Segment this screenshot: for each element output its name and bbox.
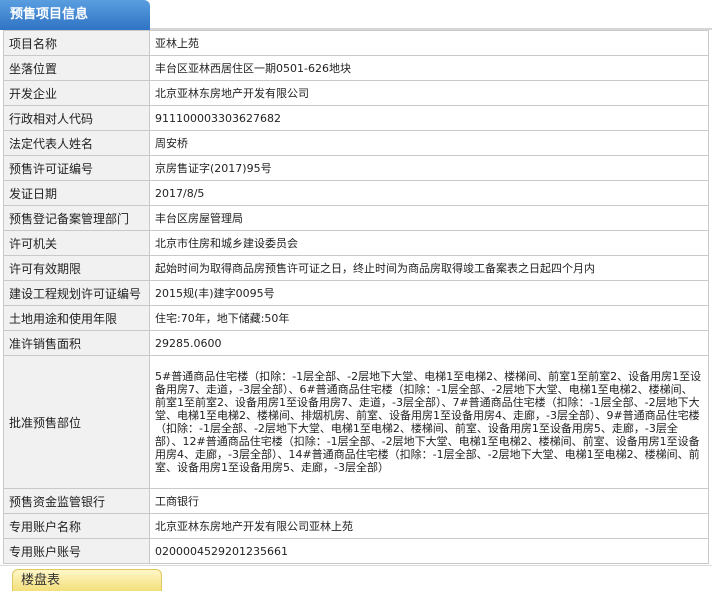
row-label: 批准预售部位 (3, 355, 150, 489)
row-label: 行政相对人代码 (3, 105, 150, 131)
table-row: 批准预售部位 5#普通商品住宅楼（扣除：-1层全部、-2层地下大堂、电梯1至电梯2… (3, 355, 709, 489)
project-info-table: 项目名称 亚林上苑 坐落位置 丰台区亚林西居住区一期0501-626地块 开发企业北… (3, 30, 709, 564)
row-label: 准许销售面积 (3, 330, 150, 356)
row-value: 911100003303627682 (149, 105, 709, 131)
row-value: 0200004529201235661 (149, 538, 709, 564)
table-row: 专用账户名称 北京亚林东房地产开发有限公司亚林上苑 (3, 513, 709, 539)
table-row: 坐落位置 丰台区亚林西居住区一期0501-626地块 (3, 55, 709, 81)
row-label: 坐落位置 (3, 55, 150, 81)
row-label: 项目名称 (3, 30, 150, 56)
row-value: 京房售证字(2017)95号 (149, 155, 709, 181)
row-label: 开发企业 (3, 80, 150, 106)
table-row: 预售资金监管银行 工商银行 (3, 488, 709, 514)
table-row: 许可有效期限 起始时间为取得商品房预售许可证之日，终止时间为商品房取得竣工备案表之… (3, 255, 709, 281)
row-label: 建设工程规划许可证编号 (3, 280, 150, 306)
row-label: 许可有效期限 (3, 255, 150, 281)
row-value: 29285.0600 (149, 330, 709, 356)
row-value: 丰台区房屋管理局 (149, 205, 709, 231)
tab-building-table[interactable]: 楼盘表 (12, 569, 162, 591)
row-value: 住宅:70年，地下储藏:50年 (149, 305, 709, 331)
row-label: 预售许可证编号 (3, 155, 150, 181)
table-row: 准许销售面积 29285.0600 (3, 330, 709, 356)
row-label: 预售登记备案管理部门 (3, 205, 150, 231)
footer-bar: 楼盘表 (0, 565, 712, 592)
row-value: 亚林上苑 (149, 30, 709, 56)
section-header: 预售项目信息 (0, 0, 712, 30)
row-value: 2015规(丰)建字0095号 (149, 280, 709, 306)
row-label: 专用账户账号 (3, 538, 150, 564)
row-value: 北京市住房和城乡建设委员会 (149, 230, 709, 256)
row-label: 发证日期 (3, 180, 150, 206)
table-row: 专用账户账号 0200004529201235661 (3, 538, 709, 564)
table-row: 预售登记备案管理部门 丰台区房屋管理局 (3, 205, 709, 231)
table-row: 开发企业 北京亚林东房地产开发有限公司 (3, 80, 709, 106)
row-value: 2017/8/5 (149, 180, 709, 206)
section-title: 预售项目信息 (0, 0, 150, 30)
row-label: 土地用途和使用年限 (3, 305, 150, 331)
row-label: 专用账户名称 (3, 513, 150, 539)
row-label: 许可机关 (3, 230, 150, 256)
row-value: 北京亚林东房地产开发有限公司亚林上苑 (149, 513, 709, 539)
row-value: 5#普通商品住宅楼（扣除：-1层全部、-2层地下大堂、电梯1至电梯2、楼梯间、前… (149, 355, 709, 489)
table-row: 行政相对人代码 911100003303627682 (3, 105, 709, 131)
table-row: 发证日期 2017/8/5 (3, 180, 709, 206)
row-value: 起始时间为取得商品房预售许可证之日，终止时间为商品房取得竣工备案表之日起四个月内 (149, 255, 709, 281)
row-value: 周安桥 (149, 130, 709, 156)
row-value: 工商银行 (149, 488, 709, 514)
table-row: 许可机关 北京市住房和城乡建设委员会 (3, 230, 709, 256)
table-row: 土地用途和使用年限 住宅:70年，地下储藏:50年 (3, 305, 709, 331)
table-row: 法定代表人姓名 周安桥 (3, 130, 709, 156)
row-value: 丰台区亚林西居住区一期0501-626地块 (149, 55, 709, 81)
row-label: 法定代表人姓名 (3, 130, 150, 156)
table-row: 预售许可证编号 京房售证字(2017)95号 (3, 155, 709, 181)
table-row: 项目名称 亚林上苑 (3, 30, 709, 56)
row-value: 北京亚林东房地产开发有限公司 (149, 80, 709, 106)
table-row: 建设工程规划许可证编号 2015规(丰)建字0095号 (3, 280, 709, 306)
row-label: 预售资金监管银行 (3, 488, 150, 514)
